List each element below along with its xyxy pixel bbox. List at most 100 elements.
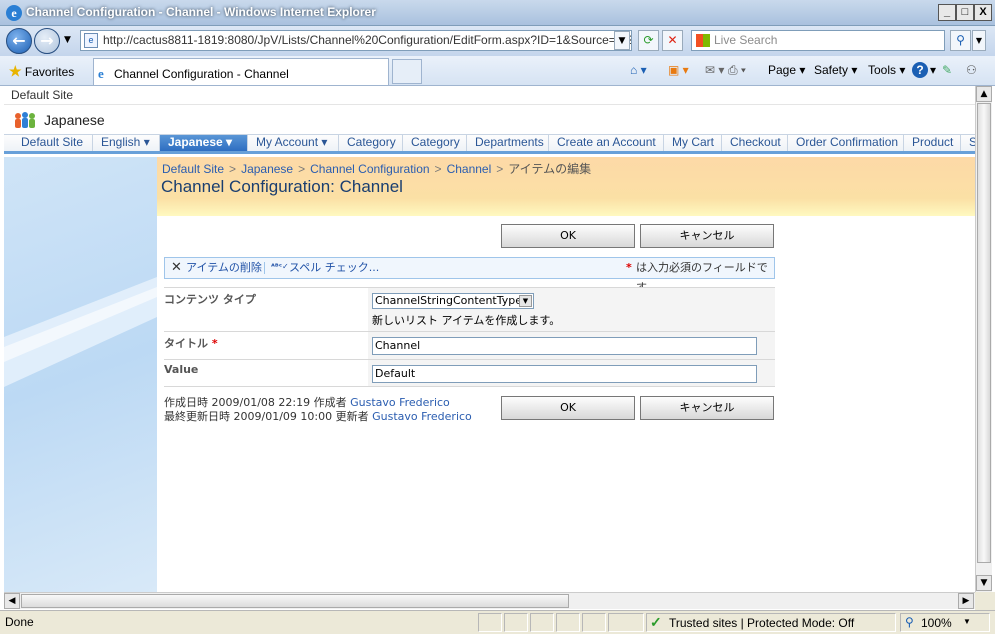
- spell-check-link[interactable]: スペル チェック...: [289, 258, 379, 278]
- topnav-item[interactable]: Category: [403, 135, 467, 151]
- feeds-icon[interactable]: ▣ ▾: [668, 63, 689, 77]
- search-placeholder: Live Search: [714, 33, 778, 47]
- favorites-button[interactable]: ★ Favorites: [9, 63, 74, 80]
- created-text: 作成日時 2009/01/08 22:19 作成者: [164, 396, 347, 409]
- ok-button-bottom[interactable]: OK: [501, 396, 635, 420]
- mail-icon[interactable]: ✉ ▾: [705, 63, 724, 77]
- status-bar: Done ✓ Trusted sites | Protected Mode: O…: [0, 610, 995, 634]
- title-cell: Channel: [368, 332, 775, 359]
- topnav-item[interactable]: Default Site: [13, 135, 93, 151]
- page-menu[interactable]: Page ▾: [768, 63, 805, 77]
- favorites-bar: ★ Favorites e Channel Configuration - Ch…: [0, 56, 995, 86]
- title-label-text: タイトル: [164, 337, 208, 350]
- zone-segment[interactable]: ✓ Trusted sites | Protected Mode: Off: [646, 613, 896, 632]
- horizontal-scroll-thumb[interactable]: [21, 594, 569, 608]
- browser-tab[interactable]: e Channel Configuration - Channel: [93, 58, 389, 85]
- delete-item-link[interactable]: アイテムの削除: [186, 258, 262, 278]
- new-tab-button[interactable]: [392, 59, 422, 84]
- search-input[interactable]: Live Search: [691, 30, 945, 51]
- help-icon[interactable]: ?: [912, 62, 928, 78]
- back-button[interactable]: ←: [6, 28, 32, 54]
- topnav-item[interactable]: Japanese ▾: [160, 135, 248, 151]
- topnav-item[interactable]: Departments: [467, 135, 549, 151]
- topnav-item[interactable]: Checkout: [722, 135, 788, 151]
- stop-icon[interactable]: ✕: [662, 30, 683, 51]
- content-type-description: 新しいリスト アイテムを作成します。: [372, 314, 561, 327]
- created-by-link[interactable]: Gustavo Frederico: [350, 396, 450, 409]
- tools-menu[interactable]: Tools ▾: [868, 63, 905, 77]
- topnav-item[interactable]: My Cart: [664, 135, 722, 151]
- left-navigation: [4, 157, 157, 592]
- cancel-button-top[interactable]: キャンセル: [640, 224, 774, 248]
- ok-button-top[interactable]: OK: [501, 224, 635, 248]
- print-icon[interactable]: ⎙ ▾: [728, 63, 746, 78]
- scroll-up-icon[interactable]: ▲: [976, 86, 992, 102]
- edit-form: コンテンツ タイプ ChannelStringContentType ▼ 新しい…: [164, 287, 775, 387]
- modified-info: 最終更新日時 2009/01/09 10:00 更新者 Gustavo Fred…: [164, 410, 472, 424]
- close-button[interactable]: X: [974, 4, 992, 21]
- topnav-item[interactable]: S: [961, 135, 975, 151]
- scroll-left-icon[interactable]: ◀: [4, 593, 20, 609]
- content-type-value: ChannelStringContentType: [375, 294, 523, 307]
- horizontal-scrollbar[interactable]: ◀ ▶: [4, 592, 975, 609]
- zoom-dropdown-icon[interactable]: ▼: [963, 617, 971, 626]
- breadcrumb-current: アイテムの編集: [508, 162, 592, 176]
- tab-title: Channel Configuration - Channel: [114, 67, 289, 81]
- value-cell: Default: [368, 360, 775, 386]
- messenger-icon[interactable]: ⚇: [966, 63, 977, 77]
- breadcrumb-link[interactable]: Channel Configuration: [310, 162, 429, 176]
- status-text: Done: [5, 615, 34, 629]
- chevron-down-icon[interactable]: ▼: [519, 295, 532, 307]
- home-icon[interactable]: ⌂ ▾: [630, 63, 647, 77]
- topnav-item[interactable]: English ▾: [93, 135, 160, 151]
- value-label: Value: [164, 363, 199, 376]
- page-icon: e: [84, 33, 98, 48]
- status-segment: [608, 613, 644, 632]
- scroll-right-icon[interactable]: ▶: [958, 593, 974, 609]
- search-go-icon[interactable]: ⚲: [950, 30, 971, 51]
- address-input[interactable]: e http://cactus8811-1819:8080/JpV/Lists/…: [80, 30, 632, 51]
- content-type-select[interactable]: ChannelStringContentType ▼: [372, 293, 534, 309]
- vertical-scroll-thumb[interactable]: [977, 103, 991, 563]
- breadcrumb-separator: >: [298, 162, 306, 176]
- status-segment: [504, 613, 528, 632]
- required-marker: *: [626, 261, 632, 274]
- topnav-item[interactable]: Category: [339, 135, 403, 151]
- refresh-icon[interactable]: ⟳: [638, 30, 659, 51]
- value-input[interactable]: Default: [372, 365, 757, 383]
- live-search-icon: [696, 34, 710, 47]
- safety-menu[interactable]: Safety ▾: [814, 63, 857, 77]
- modified-by-link[interactable]: Gustavo Frederico: [372, 410, 472, 423]
- title-label: タイトル *: [164, 335, 218, 351]
- item-metadata: 作成日時 2009/01/08 22:19 作成者 Gustavo Freder…: [164, 396, 472, 424]
- topnav-item[interactable]: Product: [904, 135, 961, 151]
- topnav-item[interactable]: Create an Account: [549, 135, 664, 151]
- search-options-icon[interactable]: ▼: [972, 30, 986, 51]
- window-title: Channel Configuration - Channel - Window…: [26, 5, 376, 19]
- zoom-level: 100%: [921, 616, 952, 630]
- value-row: Value Default: [164, 359, 775, 387]
- content-type-cell: ChannelStringContentType ▼ 新しいリスト アイテムを作…: [368, 288, 775, 331]
- zone-text: Trusted sites | Protected Mode: Off: [669, 616, 855, 630]
- zoom-segment[interactable]: ⚲ 100% ▼: [900, 613, 990, 632]
- topnav-item[interactable]: Order Confirmation: [788, 135, 904, 151]
- topnav-item[interactable]: My Account ▾: [248, 135, 339, 151]
- cancel-button-bottom[interactable]: キャンセル: [640, 396, 774, 420]
- vertical-scrollbar[interactable]: ▲ ▼: [975, 86, 992, 592]
- minimize-button[interactable]: _: [938, 4, 956, 21]
- breadcrumb-link[interactable]: Default Site: [162, 162, 224, 176]
- title-area: Default Site > Japanese > Channel Configurat…: [157, 157, 975, 216]
- maximize-button[interactable]: □: [956, 4, 974, 21]
- title-input[interactable]: Channel: [372, 337, 757, 355]
- address-dropdown-icon[interactable]: ▼: [614, 31, 630, 50]
- history-dropdown-icon[interactable]: ▼: [64, 35, 71, 45]
- modified-text: 最終更新日時 2009/01/09 10:00 更新者: [164, 410, 369, 423]
- breadcrumb-separator: >: [496, 162, 504, 176]
- research-icon[interactable]: ✎: [942, 63, 952, 77]
- help-dropdown[interactable]: ▾: [930, 63, 936, 77]
- forward-button[interactable]: →: [34, 28, 60, 54]
- scroll-down-icon[interactable]: ▼: [976, 575, 992, 591]
- status-segment: [478, 613, 502, 632]
- breadcrumb-link[interactable]: Channel: [447, 162, 492, 176]
- breadcrumb-link[interactable]: Japanese: [241, 162, 293, 176]
